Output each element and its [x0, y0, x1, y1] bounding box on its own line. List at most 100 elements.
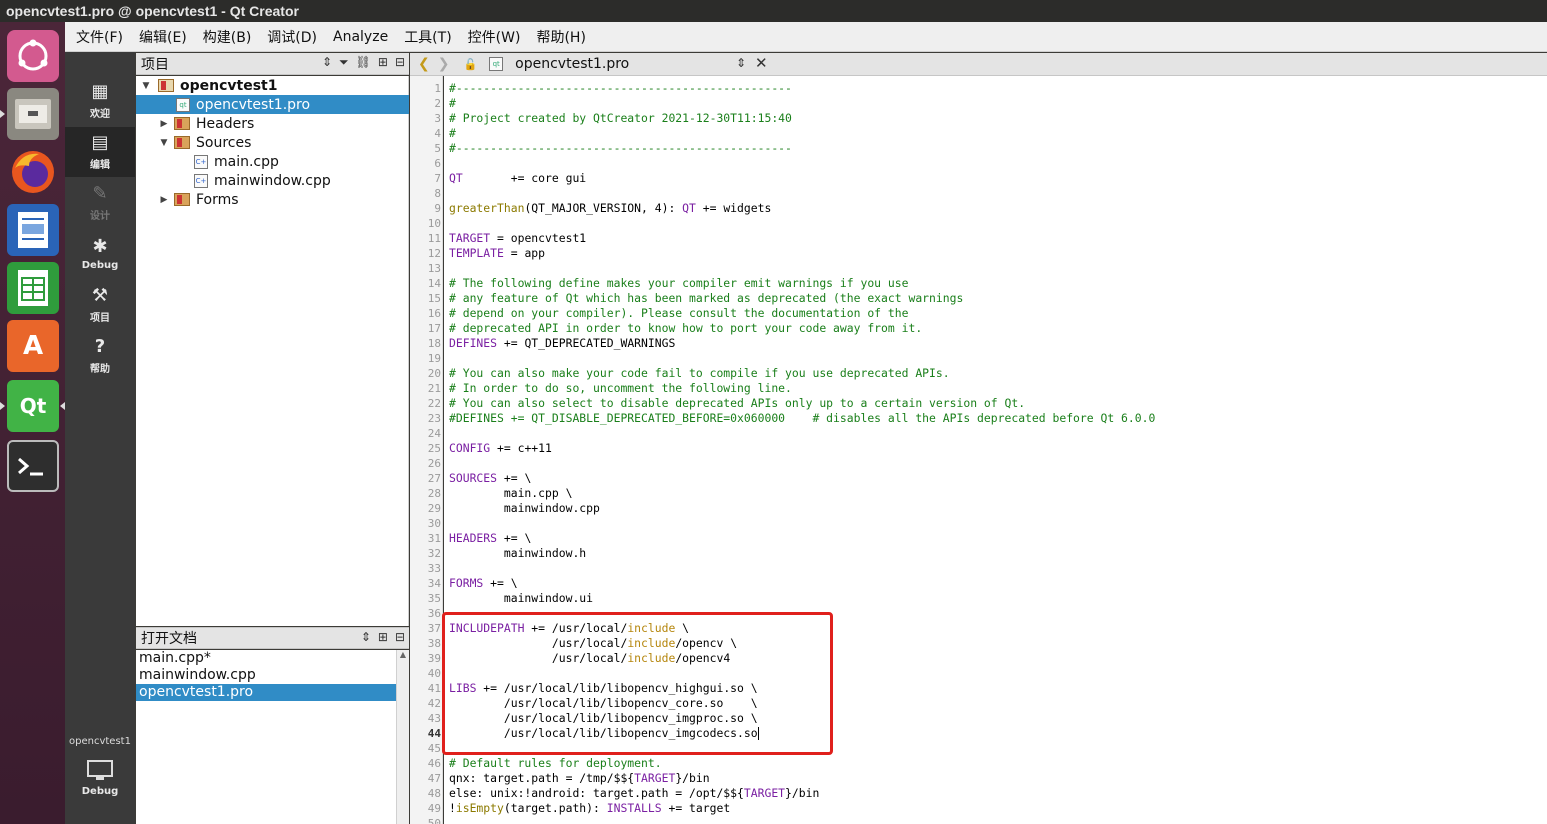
code-line[interactable]: CONFIG += c++11	[449, 441, 552, 456]
open-documents-scrollbar[interactable]: ▲	[396, 650, 409, 824]
terminal-icon[interactable]	[7, 440, 59, 492]
menu-build[interactable]: 构建(B)	[203, 27, 252, 47]
line-number: 3	[434, 112, 441, 125]
code-line[interactable]: mainwindow.h	[449, 546, 586, 561]
menu-bar: 文件(F) 编辑(E) 构建(B) 调试(D) Analyze 工具(T) 控件…	[65, 22, 1547, 52]
code-line[interactable]: mainwindow.ui	[449, 591, 593, 606]
line-number: 40	[427, 667, 441, 680]
firefox-icon[interactable]	[7, 146, 59, 198]
mode-design[interactable]: ✎ 设计	[65, 178, 135, 228]
sort-toggle-icon[interactable]: ⇕	[361, 630, 371, 644]
close-pane-icon[interactable]: ⊟	[395, 630, 405, 644]
menu-widgets[interactable]: 控件(W)	[468, 27, 521, 47]
kit-project-name: opencvtest1	[69, 736, 131, 747]
close-pane-icon[interactable]: ⊟	[395, 55, 405, 70]
code-line[interactable]: # deprecated API in order to know how to…	[449, 321, 922, 336]
scroll-up-icon[interactable]: ▲	[397, 650, 409, 659]
menu-help[interactable]: 帮助(H)	[536, 27, 585, 47]
line-number: 22	[427, 397, 441, 410]
mode-debug[interactable]: ✱ Debug	[65, 229, 135, 279]
code-line[interactable]: else: unix:!android: target.path = /opt/…	[449, 786, 819, 801]
folder-icon	[174, 117, 190, 130]
line-number-gutter: 1 2 3 4 5 6 7 8 9 10 11 12 13 14 15 16 17 18 19 20 21 22 23 24 2…	[410, 76, 443, 824]
mode-label: 编辑	[90, 160, 110, 171]
menu-debug[interactable]: 调试(D)	[267, 27, 317, 47]
tree-item-main-cpp[interactable]: C+ main.cpp	[136, 152, 409, 171]
split-pane-icon[interactable]: ⊞	[378, 630, 388, 644]
menu-tools[interactable]: 工具(T)	[404, 27, 451, 47]
code-line[interactable]: # depend on your compiler). Please consu…	[449, 306, 908, 321]
code-line[interactable]: QT += core gui	[449, 171, 586, 186]
files-icon[interactable]	[7, 88, 59, 140]
code-line[interactable]: #	[449, 96, 456, 111]
code-line[interactable]: # In order to do so, uncomment the follo…	[449, 381, 792, 396]
filter-icon[interactable]: ⏷	[339, 55, 349, 70]
open-document-item[interactable]: opencvtest1.pro	[136, 684, 396, 701]
calc-icon[interactable]	[7, 262, 59, 314]
code-line[interactable]: # Project created by QtCreator 2021-12-3…	[449, 111, 792, 126]
code-line[interactable]: #	[449, 126, 456, 141]
open-document-item[interactable]: main.cpp*	[136, 650, 396, 667]
collapsed-arrow-icon[interactable]: ▶	[158, 119, 170, 129]
code-line[interactable]: TARGET = opencvtest1	[449, 231, 586, 246]
tree-item-pro-file[interactable]: qt opencvtest1.pro	[136, 95, 409, 114]
code-line[interactable]: #---------------------------------------…	[449, 141, 792, 156]
qt-creator-icon[interactable]: Qt	[7, 380, 59, 432]
lock-icon: 🔓	[463, 57, 478, 71]
code-line[interactable]: main.cpp \	[449, 486, 573, 501]
code-line[interactable]: HEADERS += \	[449, 531, 531, 546]
code-line[interactable]: !isEmpty(target.path): INSTALLS += targe…	[449, 801, 730, 816]
line-number: 29	[427, 502, 441, 515]
code-line[interactable]: SOURCES += \	[449, 471, 531, 486]
code-line[interactable]: # You can also make your code fail to co…	[449, 366, 950, 381]
split-pane-icon[interactable]: ⊞	[378, 55, 388, 70]
line-number: 24	[427, 427, 441, 440]
tree-item-forms[interactable]: ▶ Forms	[136, 190, 409, 209]
software-center-icon[interactable]: A	[7, 320, 59, 372]
writer-icon[interactable]	[7, 204, 59, 256]
open-document-item[interactable]: mainwindow.cpp	[136, 667, 396, 684]
code-line[interactable]: #---------------------------------------…	[449, 81, 792, 96]
tree-item-mainwindow-cpp[interactable]: C+ mainwindow.cpp	[136, 171, 409, 190]
sync-link-icon[interactable]: ⛓	[356, 55, 371, 70]
code-line[interactable]: qnx: target.path = /tmp/$${TARGET}/bin	[449, 771, 710, 786]
menu-edit[interactable]: 编辑(E)	[139, 27, 187, 47]
mode-welcome[interactable]: ▦ 欢迎	[65, 76, 135, 126]
go-forward-icon[interactable]: ❯	[438, 56, 450, 72]
expand-arrow-icon[interactable]: ▼	[140, 81, 152, 91]
code-line[interactable]: # Default rules for deployment.	[449, 756, 662, 771]
running-indicator-icon	[0, 402, 5, 410]
code-line[interactable]: DEFINES += QT_DEPRECATED_WARNINGS	[449, 336, 675, 351]
menu-file[interactable]: 文件(F)	[76, 27, 123, 47]
mode-edit[interactable]: ▤ 编辑	[65, 127, 135, 177]
tree-item-label: Headers	[196, 115, 255, 132]
line-number: 49	[427, 802, 441, 815]
code-line[interactable]: #DEFINES += QT_DISABLE_DEPRECATED_BEFORE…	[449, 411, 1155, 426]
ubuntu-dash-icon[interactable]	[7, 30, 59, 82]
collapsed-arrow-icon[interactable]: ▶	[158, 195, 170, 205]
pro-file-icon: qt	[489, 57, 504, 71]
line-number: 30	[427, 517, 441, 530]
code-line[interactable]: FORMS += \	[449, 576, 518, 591]
mode-help[interactable]: ? 帮助	[65, 331, 135, 381]
kit-selector[interactable]: Debug	[65, 752, 135, 804]
mode-projects[interactable]: ⚒ 项目	[65, 280, 135, 330]
code-line[interactable]: greaterThan(QT_MAJOR_VERSION, 4): QT += …	[449, 201, 771, 216]
line-number: 28	[427, 487, 441, 500]
sort-toggle-icon[interactable]: ⇕	[322, 55, 332, 70]
document-dropdown-icon[interactable]: ⇕	[736, 56, 746, 70]
tree-item-label: Sources	[196, 134, 252, 151]
current-document-name[interactable]: opencvtest1.pro	[515, 56, 629, 72]
tree-item-headers[interactable]: ▶ Headers	[136, 114, 409, 133]
code-line[interactable]: # any feature of Qt which has been marke…	[449, 291, 963, 306]
code-line[interactable]: mainwindow.cpp	[449, 501, 600, 516]
code-line[interactable]: TEMPLATE = app	[449, 246, 545, 261]
menu-analyze[interactable]: Analyze	[333, 29, 388, 45]
code-line[interactable]: # The following define makes your compil…	[449, 276, 908, 291]
tree-item-project[interactable]: ▼ opencvtest1	[136, 76, 409, 95]
go-back-icon[interactable]: ❮	[418, 56, 430, 72]
code-line[interactable]: # You can also select to disable depreca…	[449, 396, 1025, 411]
close-document-icon[interactable]: ✕	[755, 54, 768, 72]
expand-arrow-icon[interactable]: ▼	[158, 138, 170, 148]
tree-item-sources[interactable]: ▼ Sources	[136, 133, 409, 152]
